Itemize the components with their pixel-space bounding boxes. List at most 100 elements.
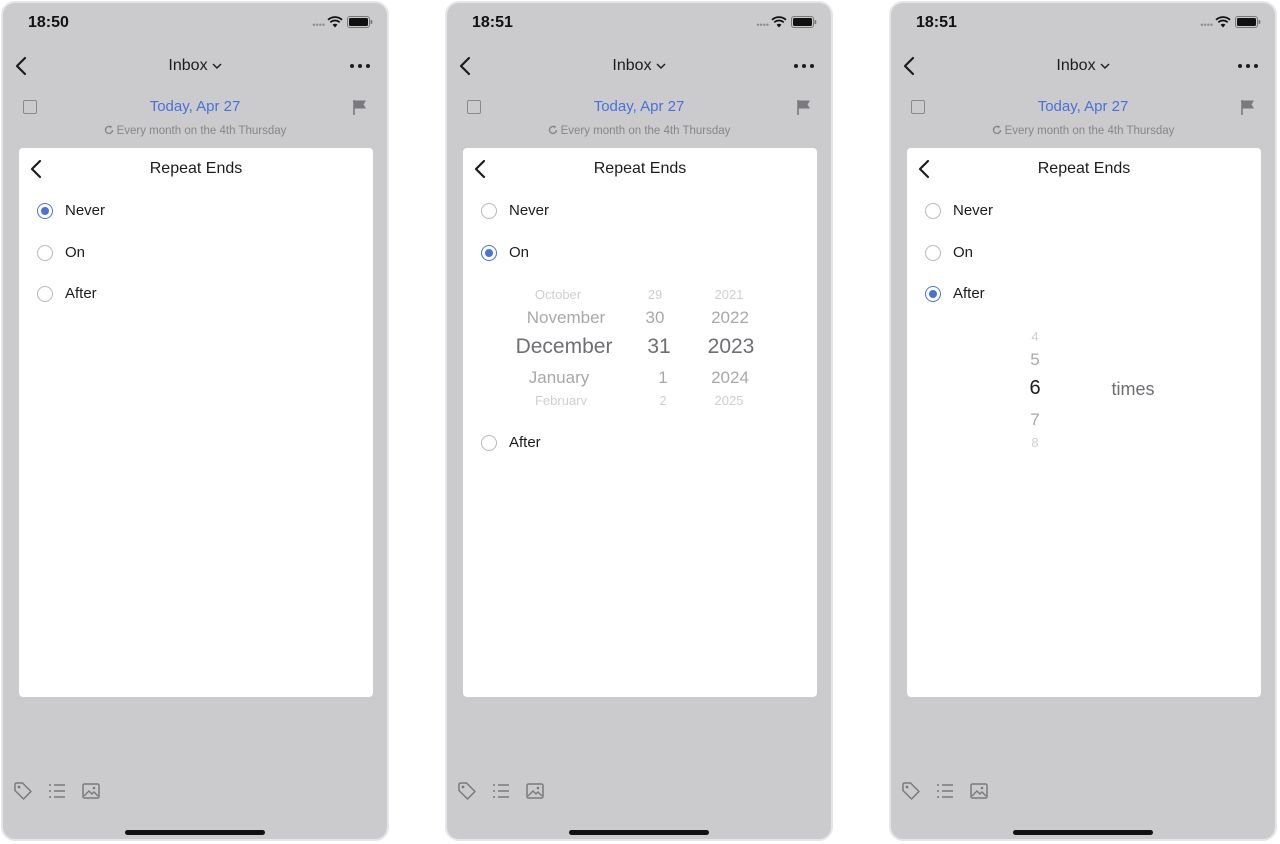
picker-month-item[interactable]: November: [503, 308, 629, 328]
repeat-rule[interactable]: Every month on the 4th Thursday: [891, 125, 1275, 137]
radio-after[interactable]: [925, 286, 941, 302]
radio-after[interactable]: [481, 435, 497, 451]
flag-icon[interactable]: [797, 99, 811, 116]
bottom-toolbar: [13, 781, 123, 803]
option-label: On: [509, 244, 530, 261]
option-on[interactable]: On: [37, 242, 357, 264]
home-indicator[interactable]: [569, 830, 709, 835]
picker-year-item[interactable]: 2022: [699, 308, 761, 328]
repeat-ends-panel: Repeat Ends Never On October November De…: [463, 148, 817, 697]
picker-day-item[interactable]: 1: [643, 368, 683, 388]
due-date-link[interactable]: Today, Apr 27: [891, 98, 1275, 115]
repeat-rule[interactable]: Every month on the 4th Thursday: [3, 125, 387, 137]
chevron-down-icon: [212, 63, 222, 69]
home-indicator[interactable]: [125, 830, 265, 835]
picker-year-item[interactable]: 2021: [699, 288, 759, 299]
radio-on[interactable]: [37, 245, 53, 261]
radio-after[interactable]: [37, 286, 53, 302]
panel-title: Repeat Ends: [593, 160, 687, 177]
status-bar: 18:51 ••••: [891, 3, 1275, 43]
tag-icon[interactable]: [457, 781, 477, 801]
option-never[interactable]: Never: [37, 200, 357, 222]
more-options-icon[interactable]: [1237, 59, 1259, 73]
picker-month-item[interactable]: October: [503, 288, 613, 299]
picker-month-selected[interactable]: December: [503, 335, 625, 359]
chevron-down-icon: [1100, 63, 1110, 69]
repeat-rule-text: Every month on the 4th Thursday: [560, 125, 731, 137]
option-after[interactable]: After: [925, 283, 1245, 305]
project-title: Inbox: [168, 57, 208, 74]
more-options-icon[interactable]: [793, 59, 815, 73]
cellular-signal-icon: ••••: [756, 20, 769, 30]
picker-count-item[interactable]: 4: [1017, 330, 1053, 341]
option-label: On: [65, 244, 86, 261]
project-selector[interactable]: Inbox: [447, 57, 831, 75]
image-icon[interactable]: [81, 781, 101, 801]
option-after[interactable]: After: [37, 283, 357, 305]
picker-count-item[interactable]: 7: [1017, 410, 1053, 430]
radio-never[interactable]: [925, 203, 941, 219]
checklist-icon[interactable]: [935, 781, 955, 801]
due-date-link[interactable]: Today, Apr 27: [3, 98, 387, 115]
home-indicator[interactable]: [1013, 830, 1153, 835]
checklist-icon[interactable]: [47, 781, 67, 801]
bottom-toolbar: [457, 781, 567, 803]
tag-icon[interactable]: [901, 781, 921, 801]
chevron-down-icon: [656, 63, 666, 69]
radio-on[interactable]: [925, 245, 941, 261]
battery-icon: [347, 16, 373, 28]
repeat-rule-text: Every month on the 4th Thursday: [116, 125, 287, 137]
end-date-picker[interactable]: October November December January Februa…: [463, 284, 817, 408]
phone-screen-never: 18:50 •••• Inbox Today, Apr 27 Every mon…: [1, 1, 389, 841]
picker-day-selected[interactable]: 31: [639, 335, 679, 359]
battery-icon: [791, 16, 817, 28]
radio-never[interactable]: [37, 203, 53, 219]
option-never[interactable]: Never: [481, 200, 801, 222]
more-options-icon[interactable]: [349, 59, 371, 73]
radio-never[interactable]: [481, 203, 497, 219]
option-label: After: [953, 285, 985, 302]
option-label: Never: [509, 202, 550, 219]
picker-day-item[interactable]: 29: [635, 288, 675, 299]
picker-month-item[interactable]: February: [503, 394, 619, 405]
project-selector[interactable]: Inbox: [891, 57, 1275, 75]
option-on[interactable]: On: [925, 242, 1245, 264]
image-icon[interactable]: [525, 781, 545, 801]
nav-bar: Inbox: [3, 49, 387, 83]
option-on[interactable]: On: [481, 242, 801, 264]
flag-icon[interactable]: [353, 99, 367, 116]
cellular-signal-icon: ••••: [1200, 20, 1213, 30]
flag-icon[interactable]: [1241, 99, 1255, 116]
repeat-icon: [992, 125, 1001, 135]
cellular-signal-icon: ••••: [312, 20, 325, 30]
picker-count-selected[interactable]: 6: [1017, 377, 1053, 400]
checklist-icon[interactable]: [491, 781, 511, 801]
picker-year-item[interactable]: 2024: [699, 368, 761, 388]
picker-day-item[interactable]: 2: [643, 394, 683, 405]
occurrence-count-picker[interactable]: 4 5 6 7 8 times: [907, 326, 1261, 450]
option-after[interactable]: After: [481, 432, 801, 454]
repeat-ends-panel: Repeat Ends Never On After 4 5 6 7 8 tim…: [907, 148, 1261, 697]
option-label: On: [953, 244, 974, 261]
panel-header: Repeat Ends: [19, 148, 373, 190]
image-icon[interactable]: [969, 781, 989, 801]
option-label: Never: [953, 202, 994, 219]
project-title: Inbox: [612, 57, 652, 74]
option-never[interactable]: Never: [925, 200, 1245, 222]
picker-year-selected[interactable]: 2023: [699, 335, 763, 359]
picker-year-item[interactable]: 2025: [699, 394, 759, 405]
repeat-rule[interactable]: Every month on the 4th Thursday: [447, 125, 831, 137]
tag-icon[interactable]: [13, 781, 33, 801]
due-date-link[interactable]: Today, Apr 27: [447, 98, 831, 115]
picker-month-item[interactable]: January: [503, 368, 615, 388]
option-label: After: [65, 285, 97, 302]
picker-count-item[interactable]: 5: [1017, 350, 1053, 370]
picker-count-item[interactable]: 8: [1017, 436, 1053, 447]
repeat-rule-text: Every month on the 4th Thursday: [1004, 125, 1175, 137]
picker-day-item[interactable]: 30: [635, 308, 675, 328]
picker-unit-label: times: [1111, 379, 1155, 399]
wifi-icon: [327, 16, 343, 28]
project-selector[interactable]: Inbox: [3, 57, 387, 75]
status-bar: 18:51 ••••: [447, 3, 831, 43]
radio-on[interactable]: [481, 245, 497, 261]
